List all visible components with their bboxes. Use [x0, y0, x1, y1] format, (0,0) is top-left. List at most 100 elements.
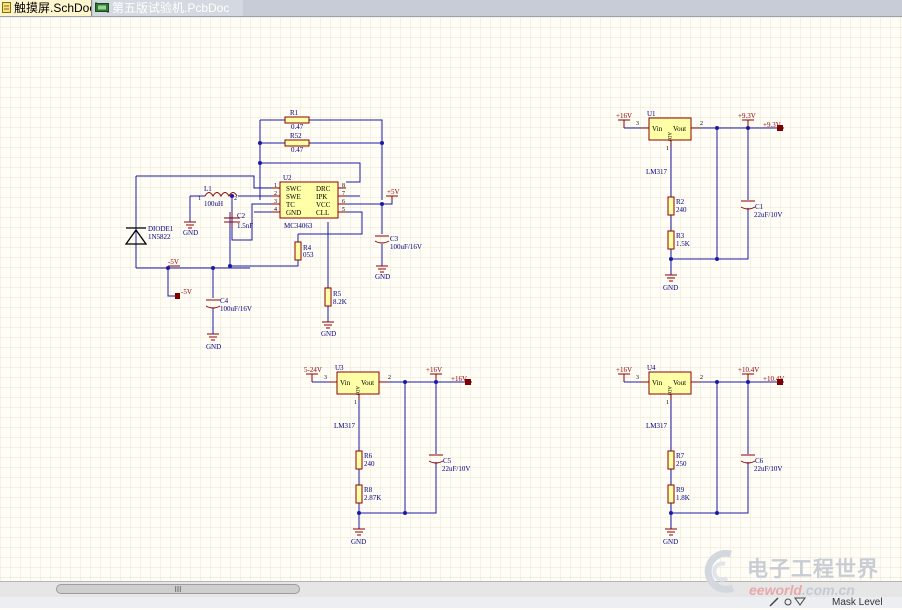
label-ra-ref: R2	[676, 198, 685, 206]
resistor-rb	[667, 484, 675, 504]
label-pin-vout: Vout	[673, 125, 686, 133]
schematic-doc-icon	[2, 1, 11, 16]
label-u2-ref: U2	[283, 174, 292, 182]
label-r5-ref: R5	[333, 290, 342, 298]
label-ra-ref: R6	[364, 452, 373, 460]
label-pin-num: 1	[274, 183, 277, 189]
tab-pcbdoc[interactable]: 第五版试验机.PcbDoc	[93, 0, 243, 16]
label-pin-num: 2	[700, 375, 703, 381]
resistor-rb	[355, 484, 363, 504]
label-ra-val: 240	[676, 206, 687, 214]
label-c3-ref: C3	[390, 235, 399, 243]
label-chip-ref: U1	[647, 110, 656, 118]
label-pin-num: 3	[636, 121, 639, 127]
scrollbar-thumb[interactable]: III	[56, 584, 300, 594]
label-pin-num: 3	[274, 199, 277, 205]
resistor-r5	[324, 287, 332, 307]
label-chip-part: LM317	[334, 422, 356, 430]
label-rb-ref: R3	[676, 232, 685, 240]
label-net-port: +10.4V	[763, 375, 784, 383]
tab-pcbdoc-label: 第五版试验机.PcbDoc	[112, 1, 230, 15]
label-pin-swe: SWE	[286, 193, 301, 201]
grid-background	[0, 17, 902, 581]
label-ra-val: 240	[364, 460, 375, 468]
label-pin-vcc: VCC	[316, 201, 331, 209]
label-pin-vin: Vin	[340, 379, 351, 387]
mask-level-button[interactable]: Mask Level	[832, 597, 883, 608]
label-l1-pin2: 2	[234, 196, 237, 202]
label-net-port: +9.3V	[763, 121, 781, 129]
label-pin-gnd: GND	[286, 209, 301, 217]
label-gnd: GND	[321, 330, 336, 338]
label-net-m5v: -5V	[168, 258, 179, 266]
label-pin-num: 2	[700, 121, 703, 127]
label-gnd: GND	[663, 538, 678, 546]
label-r1-val: 0.47	[291, 123, 304, 131]
label-ra-ref: R7	[676, 452, 685, 460]
label-chip-part: LM317	[646, 168, 668, 176]
label-rb-ref: R8	[364, 486, 373, 494]
label-pin-vout: Vout	[361, 379, 374, 387]
label-pin-cll: CLL	[316, 209, 329, 217]
label-pin-num: 6	[342, 199, 345, 205]
label-rb-val: 2.87K	[364, 494, 381, 502]
label-ra-val: 250	[676, 460, 687, 468]
label-gnd: GND	[375, 273, 390, 281]
label-l1-val: 100uH	[204, 200, 223, 208]
label-net-vout: +16V	[426, 366, 442, 374]
label-cap-ref: C6	[755, 457, 764, 465]
label-chip-part: LM317	[646, 422, 668, 430]
label-net-p5v: +5V	[387, 188, 400, 196]
label-pin-swc: SWC	[286, 185, 302, 193]
label-gnd: GND	[663, 284, 678, 292]
label-net-vin: +16V	[616, 366, 632, 374]
label-pin-adj: ADJ	[666, 132, 671, 141]
label-rb-ref: R9	[676, 486, 685, 494]
label-net-vout: +10.4V	[738, 366, 759, 374]
label-r1-ref: R1	[290, 109, 299, 117]
tab-schdoc[interactable]: 触摸屏.SchDoc	[0, 0, 92, 16]
label-rb-val: 1.8K	[676, 494, 690, 502]
watermark-title: 电子工程世界	[747, 558, 879, 581]
label-pin-vin: Vin	[652, 379, 663, 387]
label-pin-num: 1	[666, 400, 669, 406]
label-diode-val: 1N5822	[148, 233, 171, 241]
label-l1-pin1: 1	[198, 196, 201, 202]
resistor-rb	[667, 230, 675, 250]
pcb-doc-icon	[95, 1, 109, 16]
label-pin-num: 5	[342, 207, 345, 213]
pencil-icon[interactable]	[768, 597, 783, 610]
label-pin-num: 7	[342, 191, 345, 197]
resistor-ra	[667, 196, 675, 216]
label-pin-num: 1	[354, 400, 357, 406]
label-net-port: +16V	[451, 375, 467, 383]
label-pin-num: 1	[666, 146, 669, 152]
label-cap-ref: C5	[443, 457, 452, 465]
label-c2-val: 1.5nF	[237, 222, 253, 230]
label-pin-drc: DRC	[316, 185, 331, 193]
schematic-canvas[interactable]: R1 0.47 R52 0.47 L1 1 2 100uH U2 MC34063…	[0, 17, 902, 581]
tab-schdoc-label: 触摸屏.SchDoc	[14, 1, 92, 15]
label-r52-val: 0.47	[291, 146, 304, 154]
label-gnd: GND	[351, 538, 366, 546]
watermark: 电子工程世界 eeworld.com.cn	[703, 548, 901, 598]
label-pin-tc: TC	[286, 201, 295, 209]
resistor-ra	[355, 450, 363, 470]
label-net-vin: +16V	[616, 112, 632, 120]
label-pin-num: 3	[636, 375, 639, 381]
label-net-m5v-port: -5V	[181, 288, 192, 296]
label-rb-val: 1.5K	[676, 240, 690, 248]
label-cap-val: 22uF/10V	[754, 465, 782, 473]
filter-icon[interactable]	[783, 597, 807, 610]
label-pin-num: 4	[274, 207, 277, 213]
label-pin-num: 2	[388, 375, 391, 381]
watermark-url-main: eeworld	[749, 582, 802, 598]
label-pin-adj: ADJ	[354, 386, 359, 395]
watermark-url-tail: .com.cn	[801, 582, 855, 598]
label-pin-adj: ADJ	[666, 386, 671, 395]
label-chip-ref: U3	[335, 364, 344, 372]
watermark-logo-icon	[704, 549, 735, 593]
label-pin-vin: Vin	[652, 125, 663, 133]
label-pin-num: 3	[324, 375, 327, 381]
label-pin-num: 8	[342, 183, 345, 189]
